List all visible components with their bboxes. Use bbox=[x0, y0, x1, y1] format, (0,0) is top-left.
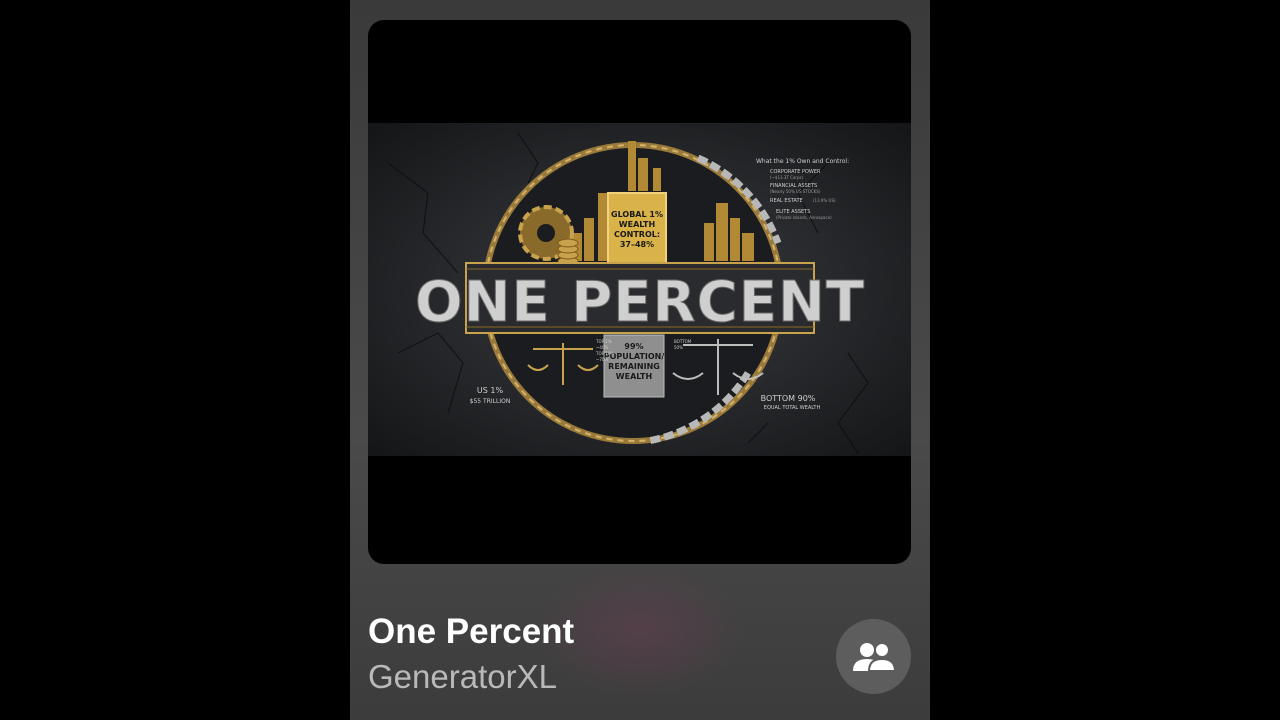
scale-label: ~70% bbox=[596, 357, 608, 362]
artwork-headline: ONE PERCENT bbox=[415, 270, 865, 335]
left-side-label: $55 TRILLION bbox=[470, 398, 511, 405]
top-box-line: CONTROL: bbox=[614, 230, 660, 239]
top-box-line: WEALTH bbox=[619, 220, 655, 229]
artwork-annotation-heading: What the 1% Own and Control: bbox=[756, 158, 849, 165]
artwork-illustration: GLOBAL 1% WEALTH CONTROL: 37–48% ONE PER… bbox=[387, 132, 869, 454]
annotation-sub: (13.9% US) bbox=[813, 198, 836, 203]
top-box-line: 37–48% bbox=[620, 240, 654, 249]
bottom-box-line: 99% bbox=[624, 342, 643, 351]
annotation-sub: (Nearly 50% US STOCKS) bbox=[770, 189, 821, 194]
annotation-sub: (~$13.3T Corps) bbox=[770, 175, 804, 180]
now-playing-screen: GLOBAL 1% WEALTH CONTROL: 37–48% ONE PER… bbox=[350, 0, 930, 720]
artist-name[interactable]: GeneratorXL bbox=[368, 658, 557, 696]
track-title: One Percent bbox=[368, 612, 575, 651]
scale-label: 50% bbox=[674, 345, 683, 350]
annotation-item: REAL ESTATE bbox=[770, 198, 803, 204]
scale-label: TOP 1% bbox=[595, 339, 612, 344]
shareplay-button[interactable] bbox=[836, 619, 911, 694]
left-side-label: US 1% bbox=[477, 386, 504, 395]
top-box-line: GLOBAL 1% bbox=[611, 210, 663, 219]
artwork-image: GLOBAL 1% WEALTH CONTROL: 37–48% ONE PER… bbox=[368, 123, 911, 456]
bottom-box-line: WEALTH bbox=[616, 372, 652, 381]
right-side-label: EQUAL TOTAL WEALTH bbox=[764, 405, 821, 411]
scale-label: ~40% bbox=[596, 345, 608, 350]
people-icon bbox=[852, 641, 896, 672]
album-artwork[interactable]: GLOBAL 1% WEALTH CONTROL: 37–48% ONE PER… bbox=[368, 20, 911, 564]
scale-label: BOTTOM bbox=[674, 339, 692, 344]
right-side-label: BOTTOM 90% bbox=[761, 394, 816, 403]
bottom-box-line: REMAINING bbox=[608, 362, 660, 371]
scale-label: TOP 10% bbox=[595, 351, 614, 356]
annotation-sub: (Private Islands, Aerospace) bbox=[776, 215, 832, 220]
